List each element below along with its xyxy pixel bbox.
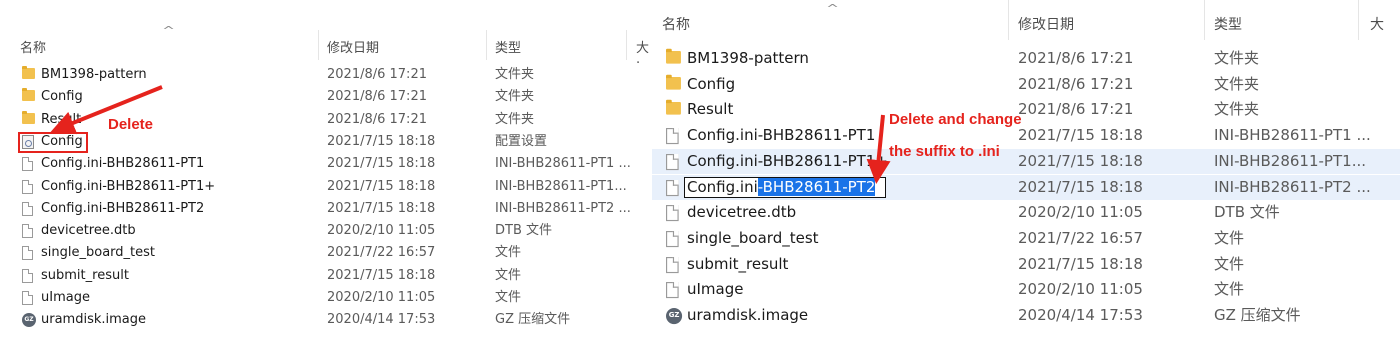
annotation-arrows [50, 85, 891, 184]
delete-arrow [50, 85, 163, 135]
rename-arrow [866, 114, 891, 184]
